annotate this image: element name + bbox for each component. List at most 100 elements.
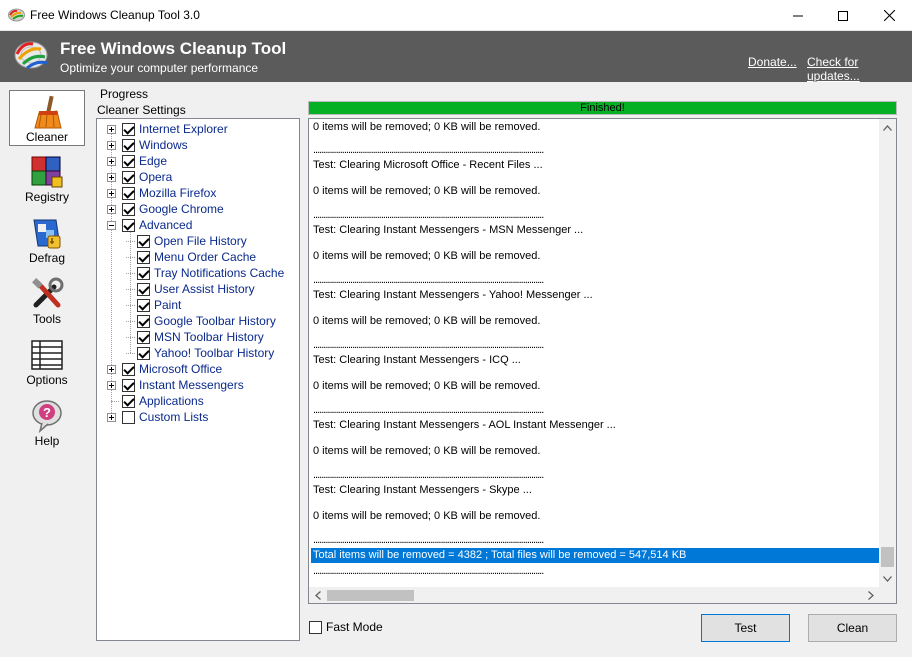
scroll-down-arrow[interactable] [879, 570, 896, 587]
tree-item[interactable]: Paint [126, 297, 181, 313]
sidebar-item-tools[interactable]: Tools [9, 273, 85, 329]
tree-item[interactable]: Instant Messengers [107, 377, 244, 393]
tree-item[interactable]: Windows [107, 137, 188, 153]
tree-item-label[interactable]: MSN Toolbar History [154, 330, 264, 344]
tree-item-checkbox[interactable] [122, 154, 135, 168]
tree-item-label[interactable]: Opera [139, 170, 172, 184]
test-button[interactable]: Test [701, 614, 790, 642]
scroll-up-arrow[interactable] [879, 119, 896, 136]
log-line: Test: Clearing Instant Messengers - Skyp… [313, 484, 532, 496]
tree-item-checkbox[interactable] [137, 330, 150, 344]
check-updates-link[interactable]: Check for updates... [807, 55, 912, 83]
collapse-icon[interactable] [107, 220, 116, 230]
tree-item-label[interactable]: Tray Notifications Cache [154, 266, 284, 280]
tree-item[interactable]: Applications [107, 393, 204, 409]
tree-item-checkbox[interactable] [137, 250, 150, 264]
sidebar-item-defrag[interactable]: Defrag [9, 212, 85, 268]
tree-item[interactable]: Google Chrome [107, 201, 224, 217]
tree-item-checkbox[interactable] [122, 218, 135, 232]
expand-icon[interactable] [107, 364, 116, 374]
vertical-scrollbar[interactable] [879, 119, 896, 587]
tree-item-checkbox[interactable] [137, 298, 150, 312]
tree-item-label[interactable]: Custom Lists [139, 410, 208, 424]
tree-item-checkbox[interactable] [137, 234, 150, 248]
horizontal-scrollbar[interactable] [309, 587, 879, 603]
tree-item-label[interactable]: Applications [139, 394, 204, 408]
tree-item[interactable]: Advanced [107, 217, 192, 233]
tree-item[interactable]: Microsoft Office [107, 361, 222, 377]
minimize-button[interactable] [775, 0, 821, 31]
tree-item-label[interactable]: Menu Order Cache [154, 250, 256, 264]
tree-item-label[interactable]: Open File History [154, 234, 247, 248]
vertical-scroll-thumb[interactable] [881, 547, 894, 567]
tree-item-checkbox[interactable] [137, 266, 150, 280]
tree-item-label[interactable]: Internet Explorer [139, 122, 228, 136]
donate-link[interactable]: Donate... [748, 55, 797, 69]
tree-item-label[interactable]: Yahoo! Toolbar History [154, 346, 274, 360]
tree-item[interactable]: Custom Lists [107, 409, 208, 425]
expand-icon[interactable] [107, 412, 116, 422]
expand-icon[interactable] [107, 124, 116, 134]
sidebar-item-help[interactable]: ? Help [9, 395, 85, 451]
fast-mode-checkbox[interactable]: Fast Mode [309, 620, 383, 634]
expand-icon[interactable] [107, 380, 116, 390]
results-log[interactable]: 0 items will be removed; 0 KB will be re… [308, 118, 897, 604]
tree-item[interactable]: Tray Notifications Cache [126, 265, 284, 281]
tree-item[interactable]: User Assist History [126, 281, 255, 297]
tree-item-checkbox[interactable] [137, 282, 150, 296]
tree-item-checkbox[interactable] [122, 186, 135, 200]
log-line: Test: Clearing Instant Messengers - Yaho… [313, 289, 593, 301]
tree-item-checkbox[interactable] [122, 138, 135, 152]
tree-item-checkbox[interactable] [122, 394, 135, 408]
defrag-drive-icon [33, 219, 61, 249]
tree-item[interactable]: Open File History [126, 233, 247, 249]
tree-item-label[interactable]: Mozilla Firefox [139, 186, 216, 200]
expand-icon[interactable] [107, 140, 116, 150]
log-line: 0 items will be removed; 0 KB will be re… [313, 510, 541, 522]
tree-item-checkbox[interactable] [137, 346, 150, 360]
tree-item[interactable]: Edge [107, 153, 167, 169]
fast-mode-check-box[interactable] [309, 620, 322, 634]
tree-item[interactable]: Internet Explorer [107, 121, 228, 137]
registry-cubes-icon [31, 156, 63, 188]
tree-item-checkbox[interactable] [122, 170, 135, 184]
tree-item[interactable]: Opera [107, 169, 172, 185]
expand-icon[interactable] [107, 156, 116, 166]
clean-button[interactable]: Clean [808, 614, 897, 642]
tree-item-checkbox[interactable] [122, 410, 135, 424]
log-summary-line[interactable]: Total items will be removed = 4382 ; Tot… [311, 548, 879, 563]
cleaner-settings-tree[interactable]: Internet Explorer Windows Edge Opera Mozilla… [96, 118, 300, 641]
sidebar-item-options[interactable]: Options [9, 334, 85, 390]
tree-item-label[interactable]: Instant Messengers [139, 378, 244, 392]
sidebar-item-cleaner[interactable]: Cleaner [9, 90, 85, 146]
tree-item[interactable]: MSN Toolbar History [126, 329, 264, 345]
tree-connector-line [126, 336, 135, 338]
tree-item-label[interactable]: Google Chrome [139, 202, 224, 216]
tree-item-label[interactable]: Paint [154, 298, 181, 312]
tree-item-label[interactable]: User Assist History [154, 282, 255, 296]
expand-icon[interactable] [107, 204, 116, 214]
maximize-button[interactable] [820, 0, 866, 31]
progress-group-label: Progress [100, 87, 149, 101]
tree-item-label[interactable]: Google Toolbar History [154, 314, 276, 328]
expand-icon[interactable] [107, 172, 116, 182]
tree-item-label[interactable]: Advanced [139, 218, 192, 232]
tree-item-label[interactable]: Windows [139, 138, 188, 152]
scroll-right-arrow[interactable] [862, 587, 879, 603]
tree-item-checkbox[interactable] [137, 314, 150, 328]
tree-item-checkbox[interactable] [122, 362, 135, 376]
tree-item[interactable]: Google Toolbar History [126, 313, 276, 329]
scroll-left-arrow[interactable] [309, 587, 326, 603]
tree-item[interactable]: Menu Order Cache [126, 249, 256, 265]
expand-icon[interactable] [107, 188, 116, 198]
tree-item-checkbox[interactable] [122, 122, 135, 136]
tree-item[interactable]: Mozilla Firefox [107, 185, 216, 201]
horizontal-scroll-thumb[interactable] [327, 590, 414, 601]
close-button[interactable] [866, 0, 912, 31]
tree-item-checkbox[interactable] [122, 202, 135, 216]
tree-item-checkbox[interactable] [122, 378, 135, 392]
tree-item[interactable]: Yahoo! Toolbar History [126, 345, 274, 361]
tree-item-label[interactable]: Edge [139, 154, 167, 168]
sidebar-item-registry[interactable]: Registry [9, 151, 85, 207]
tree-item-label[interactable]: Microsoft Office [139, 362, 222, 376]
